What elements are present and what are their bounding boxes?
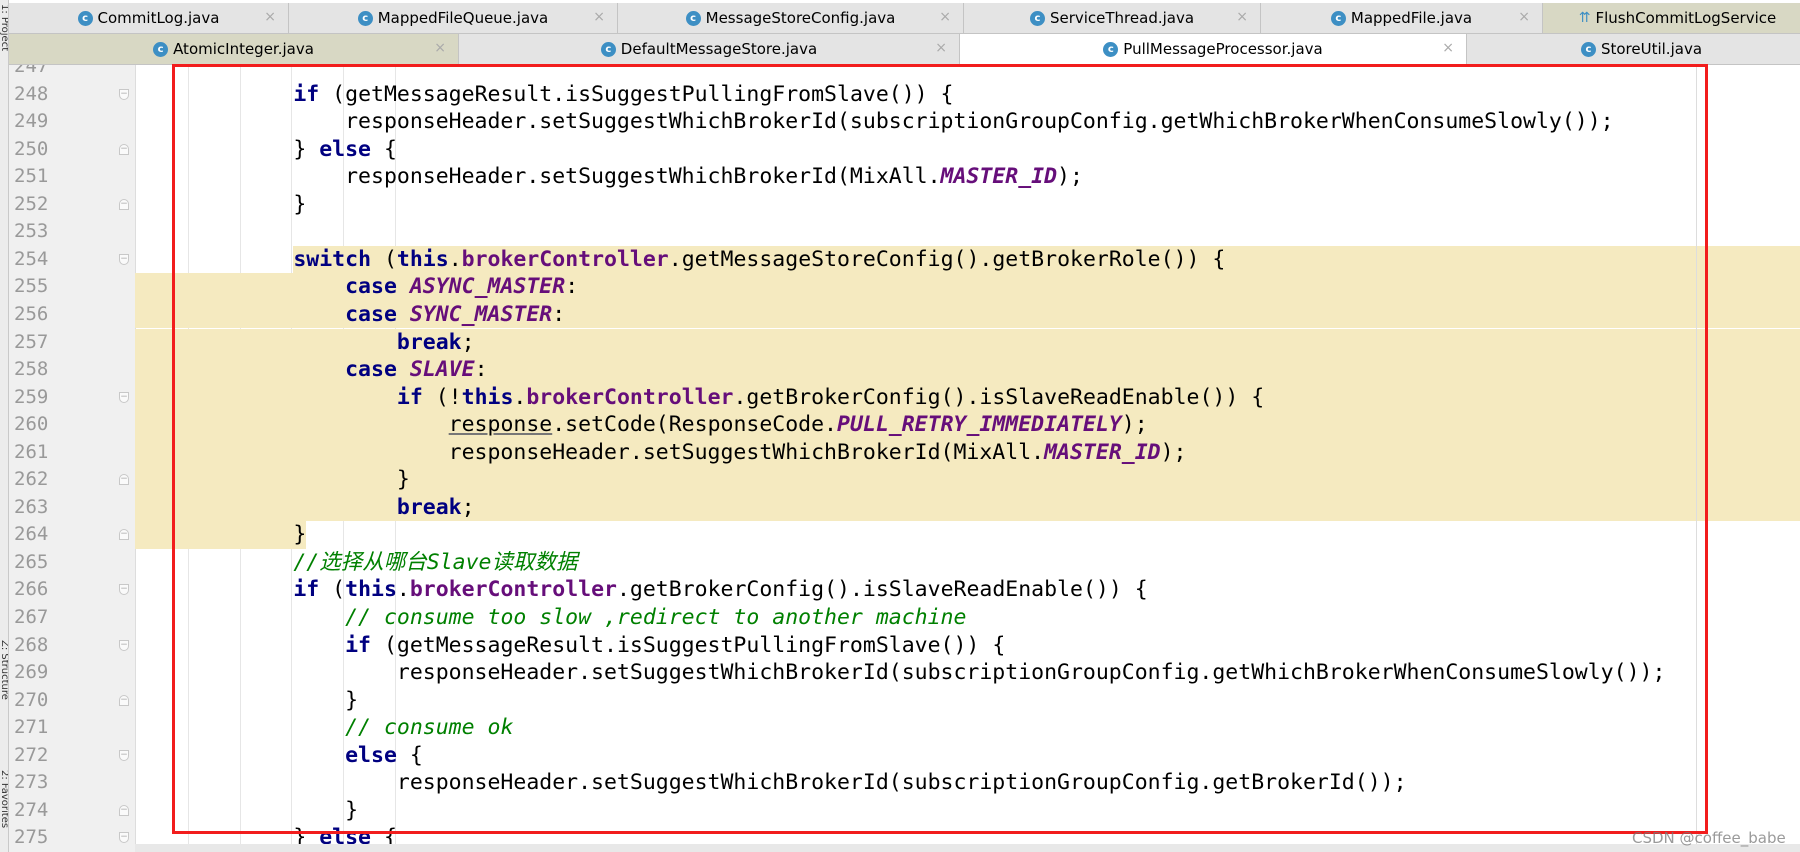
tab-label: AtomicInteger.java (173, 40, 314, 58)
tab-flushcommitlogservice[interactable]: ⇈ FlushCommitLogService (1543, 3, 1800, 33)
fold-close-icon[interactable]: − (119, 529, 129, 541)
class-icon: c (1330, 10, 1346, 26)
fold-open-icon[interactable]: − (119, 749, 129, 761)
close-tab-icon[interactable]: × (935, 40, 947, 56)
fold-open-icon[interactable]: − (119, 584, 129, 596)
line-number: 256 (14, 302, 49, 325)
line-number: 250 (14, 137, 49, 160)
line-number: 275 (14, 826, 49, 844)
fold-close-icon[interactable]: − (119, 198, 129, 210)
tab-label: PullMessageProcessor.java (1123, 40, 1323, 58)
line-number: 247 (14, 65, 49, 77)
tab-mappedfile-java[interactable]: c MappedFile.java × (1261, 3, 1543, 33)
class-icon: c (357, 10, 373, 26)
line-number: 270 (14, 688, 49, 711)
line-number: 268 (14, 633, 49, 656)
line-number: 269 (14, 661, 49, 684)
fold-close-icon[interactable]: − (119, 474, 129, 486)
line-number: 251 (14, 165, 49, 188)
line-number: 258 (14, 358, 49, 381)
line-number: 274 (14, 798, 49, 821)
tab-label: ServiceThread.java (1049, 9, 1195, 27)
class-icon: c (600, 41, 616, 57)
editor-tab-row-2: c AtomicInteger.java × c DefaultMessageStore… (9, 34, 1800, 65)
class-icon: c (1580, 41, 1596, 57)
close-tab-icon[interactable]: × (1236, 9, 1248, 25)
fold-open-icon[interactable]: − (119, 88, 129, 100)
inner-class-icon: ⇈ (1578, 10, 1591, 26)
watermark: CSDN @coffee_babe (1632, 829, 1786, 847)
annotation-highlight-box (172, 64, 1708, 834)
class-icon: c (77, 10, 93, 26)
fold-open-icon[interactable]: − (119, 391, 129, 403)
line-number: 254 (14, 247, 49, 270)
line-number: 248 (14, 82, 49, 105)
horizontal-scrollbar[interactable] (135, 844, 1800, 852)
tab-mappedfilequeue-java[interactable]: c MappedFileQueue.java × (289, 3, 618, 33)
line-number: 272 (14, 743, 49, 766)
fold-close-icon[interactable]: − (119, 143, 129, 155)
close-tab-icon[interactable]: × (1518, 9, 1530, 25)
fold-open-icon[interactable]: − (119, 639, 129, 651)
line-number: 265 (14, 550, 49, 573)
class-icon: c (1103, 41, 1119, 57)
close-tab-icon[interactable]: × (1442, 40, 1454, 56)
line-number: 259 (14, 385, 49, 408)
line-number: 257 (14, 330, 49, 353)
editor-tab-row-1: c CommitLog.java × c MappedFileQueue.java × c M… (9, 3, 1800, 34)
tool-window-project[interactable]: 1: Project (0, 4, 8, 51)
tab-label: CommitLog.java (97, 9, 220, 27)
tab-label: MappedFileQueue.java (377, 9, 549, 27)
tab-defaultmessagestore-java[interactable]: c DefaultMessageStore.java × (459, 34, 960, 64)
fold-open-icon[interactable]: − (119, 253, 129, 265)
close-tab-icon[interactable]: × (434, 40, 446, 56)
class-icon: c (153, 41, 169, 57)
line-number: 264 (14, 523, 49, 546)
tab-label: MappedFile.java (1350, 9, 1473, 27)
line-number: 262 (14, 468, 49, 491)
tab-servicethread-java[interactable]: c ServiceThread.java × (964, 3, 1261, 33)
tab-pullmessageprocessor-java[interactable]: c PullMessageProcessor.java × (960, 34, 1467, 64)
tab-label: StoreUtil.java (1600, 40, 1703, 58)
tab-commitlog-java[interactable]: c CommitLog.java × (9, 3, 289, 33)
fold-open-icon[interactable]: − (119, 832, 129, 844)
close-tab-icon[interactable]: × (264, 9, 276, 25)
line-number: 266 (14, 578, 49, 601)
line-number: 267 (14, 606, 49, 628)
close-tab-icon[interactable]: × (939, 9, 951, 25)
close-tab-icon[interactable]: × (593, 9, 605, 25)
line-number: 255 (14, 275, 49, 298)
line-number: 273 (14, 771, 49, 794)
line-number: 261 (14, 440, 49, 463)
fold-close-icon[interactable]: − (119, 694, 129, 706)
line-number: 252 (14, 192, 49, 215)
tab-atomicinteger-java[interactable]: c AtomicInteger.java × (9, 34, 459, 64)
line-number: 253 (14, 220, 49, 243)
class-icon: c (1029, 10, 1045, 26)
line-number: 271 (14, 716, 49, 739)
tab-storeutil-java[interactable]: c StoreUtil.java (1467, 34, 1800, 64)
tab-label: FlushCommitLogService (1595, 9, 1777, 27)
line-number: 249 (14, 110, 49, 133)
tab-messagestoreconfig-java[interactable]: c MessageStoreConfig.java × (618, 3, 964, 33)
line-number: 260 (14, 413, 49, 436)
line-number: 263 (14, 495, 49, 518)
fold-close-icon[interactable]: − (119, 804, 129, 816)
tab-label: MessageStoreConfig.java (705, 9, 896, 27)
tab-label: DefaultMessageStore.java (620, 40, 818, 58)
class-icon: c (685, 10, 701, 26)
